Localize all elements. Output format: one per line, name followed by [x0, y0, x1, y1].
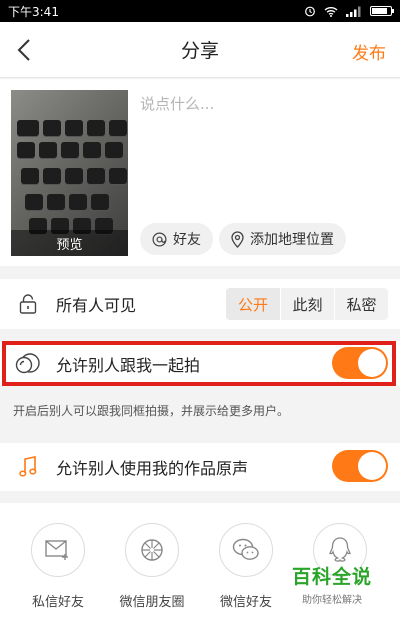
location-pin-icon — [231, 230, 244, 248]
shoot-together-hint: 开启后别人可以跟我同框拍摄，并展示给更多用户。 — [13, 404, 290, 418]
key — [39, 142, 57, 158]
tag-friends-label: 好友 — [173, 232, 201, 248]
lock-icon-wrap — [0, 294, 56, 314]
visibility-selector: 公开 此刻 私密 — [226, 288, 388, 320]
header-bar: 分享 发布 — [0, 22, 400, 78]
key — [109, 168, 127, 184]
visibility-option-moment[interactable]: 此刻 — [280, 288, 334, 320]
status-time: 下午3:41 — [8, 4, 59, 19]
key — [69, 194, 87, 210]
alarm-icon — [305, 6, 315, 17]
compose-area: 预览 说点什么... 好友 添加地理位置 — [0, 79, 400, 266]
key — [65, 120, 83, 136]
original-sound-toggle[interactable] — [332, 450, 388, 482]
key — [25, 194, 43, 210]
key — [17, 142, 35, 158]
video-thumbnail[interactable]: 预览 — [11, 90, 128, 256]
add-location-label: 添加地理位置 — [250, 232, 334, 248]
original-sound-label: 允许别人使用我的作品原声 — [56, 459, 249, 478]
key — [17, 120, 39, 136]
qq-icon — [329, 537, 351, 562]
lock-icon — [19, 294, 37, 314]
key — [21, 168, 39, 184]
music-icon-wrap — [0, 456, 56, 478]
signal-icon — [346, 6, 361, 17]
share-icon-circle — [31, 523, 85, 577]
watermark-logo: 百科全说 助你轻松解决 — [282, 562, 382, 606]
tag-friends-button[interactable]: 好友 — [140, 223, 213, 255]
publish-button[interactable]: 发布 — [352, 39, 386, 64]
chevron-left-icon — [17, 39, 30, 61]
key — [47, 194, 65, 210]
mail-icon — [45, 540, 68, 560]
add-location-button[interactable]: 添加地理位置 — [219, 223, 346, 255]
watermark-title: 百科全说 — [291, 566, 372, 588]
key — [43, 120, 61, 136]
visibility-option-private[interactable]: 私密 — [334, 288, 388, 320]
share-icon-circle — [219, 523, 273, 577]
share-icon-circle — [125, 523, 179, 577]
wifi-icon — [324, 6, 338, 17]
watermark-subtitle: 助你轻松解决 — [302, 595, 362, 606]
key — [43, 168, 61, 184]
wechat-icon — [232, 538, 259, 560]
key — [105, 142, 123, 158]
back-button[interactable] — [12, 36, 36, 64]
highlight-box — [2, 341, 396, 386]
key — [87, 168, 105, 184]
share-label: 微信好友 — [219, 595, 272, 610]
visibility-row: 所有人可见 公开 此刻 私密 — [0, 279, 400, 329]
key — [91, 194, 109, 210]
visibility-option-public[interactable]: 公开 — [226, 288, 280, 320]
key — [83, 142, 101, 158]
page-title: 分享 — [180, 40, 219, 62]
original-sound-row: 允许别人使用我的作品原声 — [0, 443, 400, 491]
key — [109, 120, 127, 136]
camera-aperture-icon — [141, 539, 163, 561]
music-note-icon — [19, 456, 37, 477]
preview-label[interactable]: 预览 — [11, 230, 128, 256]
share-wechat-friends[interactable]: 微信好友 — [211, 523, 281, 610]
at-icon — [152, 232, 167, 246]
key — [87, 120, 105, 136]
visibility-label: 所有人可见 — [56, 296, 137, 315]
share-label: 微信朋友圈 — [119, 595, 185, 610]
key — [61, 142, 79, 158]
share-private-message[interactable]: 私信好友 — [23, 523, 93, 610]
toggle-knob — [358, 452, 386, 480]
battery-icon — [370, 6, 394, 16]
caption-input[interactable]: 说点什么... — [140, 93, 214, 114]
share-label: 私信好友 — [31, 595, 84, 610]
key — [65, 168, 83, 184]
share-wechat-moments[interactable]: 微信朋友圈 — [117, 523, 187, 610]
status-bar: 下午3:41 — [0, 0, 400, 22]
status-icons — [304, 5, 394, 17]
